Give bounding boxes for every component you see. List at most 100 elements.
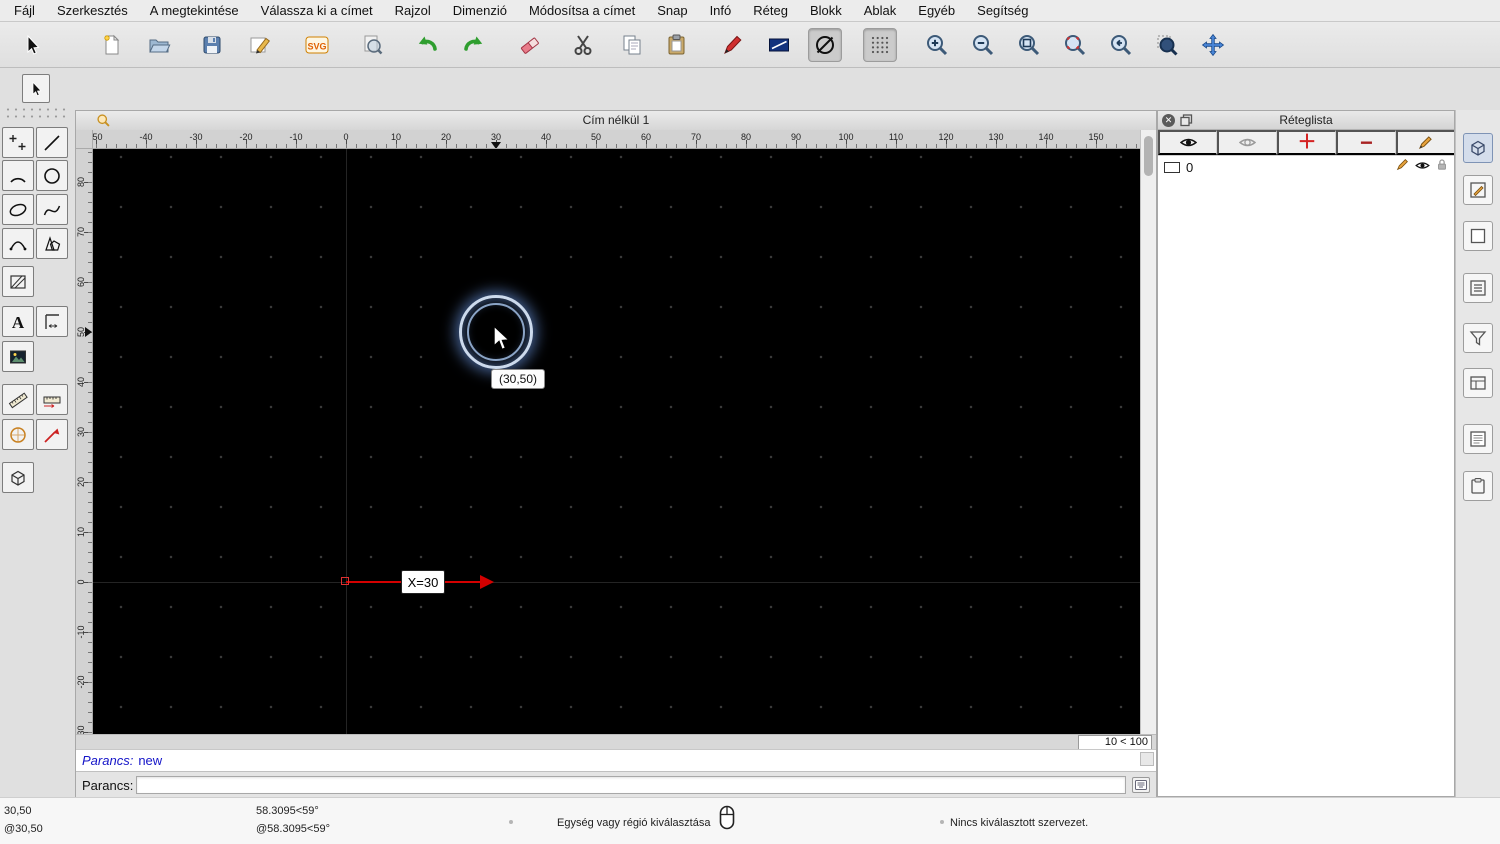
palette-measure-button[interactable] (2, 384, 34, 415)
paste-button[interactable] (660, 28, 694, 62)
menu-item[interactable]: Dimenzió (453, 3, 507, 18)
layer-panel-header[interactable]: ✕ Réteglista (1158, 111, 1454, 130)
cut-button[interactable] (566, 28, 600, 62)
axis-restriction-label: X=30 (401, 570, 445, 594)
menu-item[interactable]: Rajzol (395, 3, 431, 18)
zoom-in-button[interactable] (920, 28, 954, 62)
palette-spline-button[interactable] (36, 194, 68, 225)
menu-item[interactable]: Snap (657, 3, 687, 18)
palette-grip[interactable] (4, 106, 68, 120)
palette-line-button[interactable] (36, 127, 68, 158)
palette-image-button[interactable] (2, 341, 34, 372)
grid-toggle-button[interactable] (863, 27, 897, 62)
palette-hatch-button[interactable] (2, 266, 34, 297)
save-as-button[interactable] (243, 28, 277, 62)
pan-button[interactable] (1196, 28, 1230, 62)
redo-button[interactable] (457, 28, 491, 62)
dock-clipboard-panel-button[interactable] (1463, 471, 1493, 501)
circle-tool-button[interactable] (808, 27, 842, 62)
palette-circle-button[interactable] (36, 160, 68, 191)
dock-strip (1455, 110, 1500, 797)
h-ruler-label: 140 (1038, 132, 1054, 142)
palette-arc-button[interactable] (2, 160, 34, 191)
pen-attributes-button[interactable] (715, 28, 749, 62)
edit-layer-button[interactable] (1395, 130, 1455, 155)
dock-edit-panel-button[interactable] (1463, 175, 1493, 205)
show-all-layers-button[interactable] (1158, 130, 1218, 155)
auto-zoom-button[interactable] (1012, 28, 1046, 62)
palette-polygon-button[interactable] (36, 228, 68, 259)
menu-item[interactable]: Ablak (864, 3, 897, 18)
layer-row[interactable]: 0 (1158, 156, 1454, 178)
save-button[interactable] (195, 28, 229, 62)
copy-button[interactable] (615, 28, 649, 62)
layer-lock-icon[interactable] (1436, 158, 1448, 176)
menu-item[interactable]: Szerkesztés (57, 3, 128, 18)
palette-modify-button[interactable] (36, 419, 68, 450)
dock-filter-panel-button[interactable] (1463, 323, 1493, 353)
previous-view-button[interactable] (1104, 28, 1138, 62)
vertical-scrollbar[interactable] (1140, 130, 1156, 734)
menu-item[interactable]: Módosítsa a címet (529, 3, 635, 18)
h-ruler-label: 100 (838, 132, 854, 142)
zoom-window-button[interactable] (1150, 28, 1184, 62)
zoom-selection-button[interactable] (1058, 28, 1092, 62)
palette-ellipse-button[interactable] (2, 194, 34, 225)
save-as-edit-icon (250, 37, 271, 53)
palette-solid-button[interactable] (2, 462, 34, 493)
print-preview-button[interactable] (355, 28, 389, 62)
zoom-out-button[interactable] (966, 28, 1000, 62)
menu-item[interactable]: Infó (710, 3, 732, 18)
menu-item[interactable]: Réteg (753, 3, 788, 18)
command-input[interactable] (136, 776, 1126, 794)
keyboard-icon (1135, 780, 1147, 790)
toggle-layer-visibility-button[interactable] (1217, 130, 1277, 155)
layer-edit-pencil-icon[interactable] (1396, 158, 1409, 176)
delete-button[interactable] (513, 28, 547, 62)
new-document-button[interactable] (95, 28, 129, 62)
layer-color-swatch[interactable] (1164, 161, 1180, 173)
line-properties-button[interactable] (762, 28, 796, 62)
mouse-hint-icon (719, 805, 735, 834)
dock-library-panel-button[interactable] (1463, 368, 1493, 398)
palette-select-button[interactable] (22, 74, 50, 103)
undo-button[interactable] (410, 28, 444, 62)
scrollbar-thumb[interactable] (1144, 136, 1153, 176)
palette-points-button[interactable] (2, 127, 34, 158)
round-tool-icon (10, 426, 26, 443)
document-titlebar[interactable]: Cím nélkül 1 (76, 111, 1156, 131)
history-scrollbar[interactable] (1140, 752, 1154, 766)
menu-item[interactable]: A megtekintése (150, 3, 239, 18)
menu-item[interactable]: Blokk (810, 3, 842, 18)
remove-layer-button[interactable]: − (1336, 130, 1396, 155)
auto-zoom-icon (1019, 34, 1040, 55)
h-ruler-label: 80 (740, 132, 752, 142)
dock-view-cube-button[interactable] (1463, 133, 1493, 163)
v-ruler-cursor-marker (85, 327, 92, 337)
menu-item[interactable]: Válassza ki a címet (261, 3, 373, 18)
palette-text-button[interactable]: A (2, 306, 34, 337)
palette-ruler-button[interactable] (36, 384, 68, 415)
dock-list-panel-button[interactable] (1463, 273, 1493, 303)
menu-item[interactable]: Fájl (14, 3, 35, 18)
menu-item[interactable]: Segítség (977, 3, 1028, 18)
command-options-button[interactable] (1132, 777, 1150, 793)
separator-dot (509, 820, 513, 824)
palette-round-tool-button[interactable] (2, 419, 34, 450)
cursor-tool-button[interactable] (15, 28, 49, 62)
dock-blank-panel-button[interactable] (1463, 221, 1493, 251)
layer-visible-eye-icon[interactable] (1415, 158, 1430, 176)
pencil-icon (1419, 136, 1433, 150)
command-history-value: new (138, 753, 163, 768)
menu-item[interactable]: Egyéb (918, 3, 955, 18)
image-icon (10, 350, 26, 363)
palette-dimension-button[interactable] (36, 306, 68, 337)
drawing-canvas[interactable]: X=30 (30,50) (93, 149, 1140, 734)
svg-export-button[interactable]: SVG (300, 28, 334, 62)
add-layer-button[interactable]: ＋ (1276, 130, 1337, 155)
h-ruler-label: -20 (239, 132, 253, 142)
dock-text-panel-button[interactable] (1463, 424, 1493, 454)
palette-curve-button[interactable] (2, 228, 34, 259)
v-ruler-label: -10 (76, 625, 86, 639)
open-button[interactable] (142, 28, 176, 62)
